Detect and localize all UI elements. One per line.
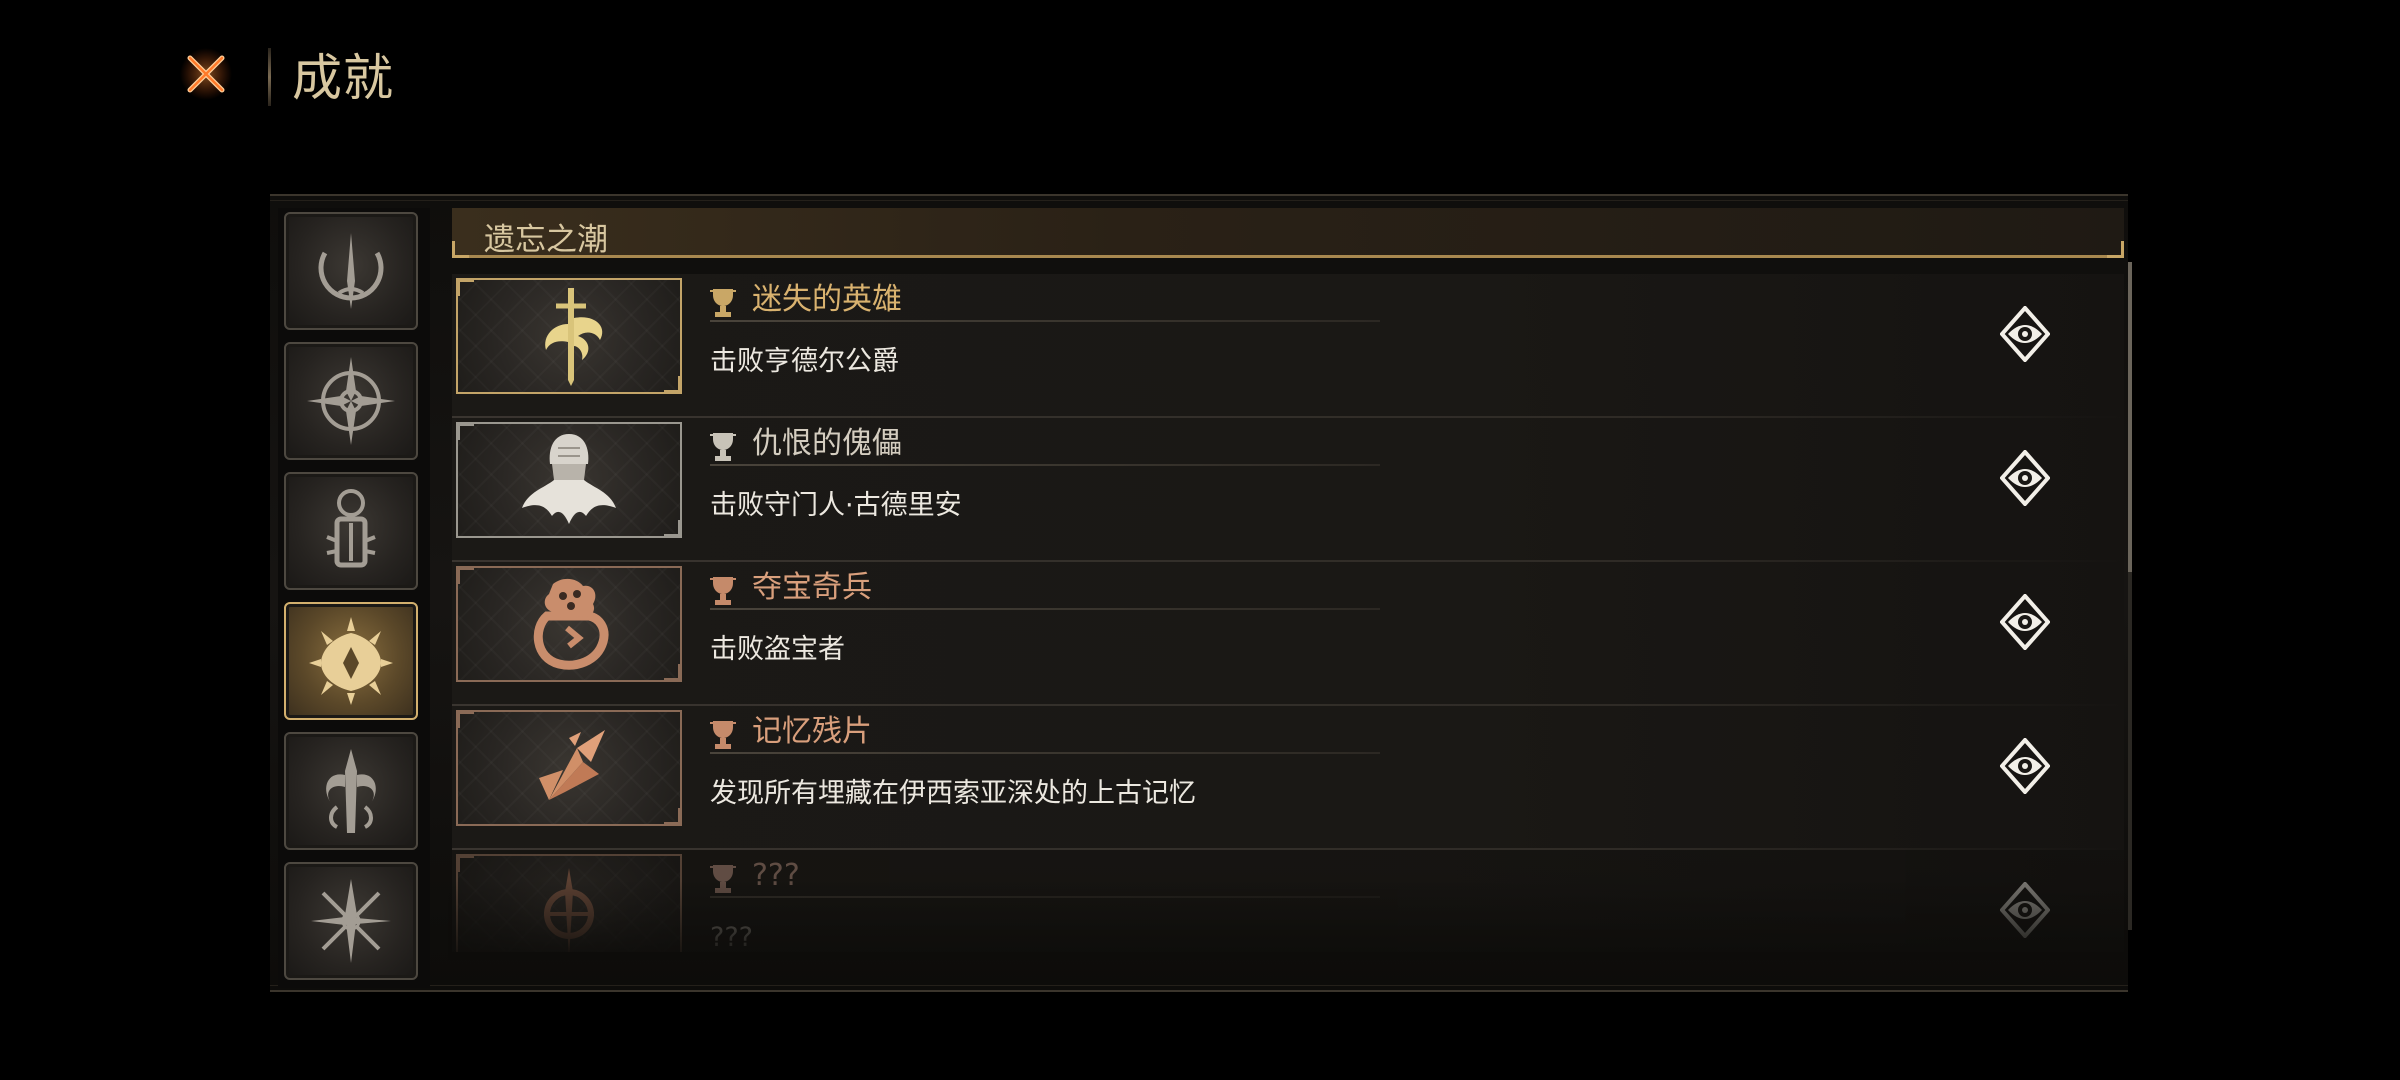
achievement-row-locked[interactable]: ??? ???	[452, 850, 2124, 952]
category-tab-1[interactable]	[284, 212, 418, 330]
achievement-row[interactable]: 迷失的英雄 击败亨德尔公爵	[452, 274, 2124, 418]
title-underline	[710, 320, 1380, 322]
view-achievement-button[interactable]	[1998, 304, 2052, 364]
compass-star-emblem-icon	[307, 357, 395, 445]
achievement-thumbnail	[456, 710, 682, 826]
view-achievement-button[interactable]	[1998, 880, 2052, 940]
section-header: 遗忘之潮	[452, 208, 2124, 258]
achievement-description: 发现所有埋藏在伊西索亚深处的上古记忆	[710, 778, 1196, 809]
achievement-thumbnail	[456, 422, 682, 538]
achievement-description: 击败守门人·古德里安	[710, 490, 962, 521]
title-underline	[710, 752, 1380, 754]
achievement-title: 记忆残片	[752, 714, 872, 749]
treasure-pouch-icon	[533, 578, 609, 670]
title-underline	[710, 608, 1380, 610]
achievement-row[interactable]: 仇恨的傀儡 击败守门人·古德里安	[452, 418, 2124, 562]
trophy-icon	[710, 721, 736, 749]
achievement-title: 迷失的英雄	[752, 282, 902, 317]
title-underline	[710, 896, 1380, 898]
close-x-icon	[180, 48, 232, 100]
tentacle-sword-emblem-icon	[326, 749, 376, 833]
achievement-description: ???	[710, 922, 753, 952]
section-title: 遗忘之潮	[484, 222, 608, 258]
achievement-row[interactable]: 记忆残片 发现所有埋藏在伊西索亚深处的上古记忆	[452, 706, 2124, 850]
category-tab-5[interactable]	[284, 732, 418, 850]
radiant-eye-emblem-icon	[309, 617, 393, 705]
category-tab-3[interactable]	[284, 472, 418, 590]
trophy-icon	[710, 433, 736, 461]
achievement-title: ???	[752, 858, 800, 893]
thorn-cross-emblem-icon	[311, 879, 391, 963]
hooded-golem-icon	[522, 434, 616, 524]
eye-sigil-icon	[2000, 738, 2050, 794]
eye-sigil-icon	[2000, 306, 2050, 362]
scrollbar-thumb[interactable]	[2128, 262, 2132, 572]
achievement-list[interactable]: 遗忘之潮 迷失的英雄 击败亨德尔公爵 仇恨的傀儡 击败守门人·古德里安 夺宝奇兵…	[448, 200, 2128, 952]
achievement-thumbnail	[456, 278, 682, 394]
crescent-spire-emblem-icon	[318, 233, 384, 309]
achievement-thumbnail	[456, 854, 682, 952]
achievement-row[interactable]: 夺宝奇兵 击败盗宝者	[452, 562, 2124, 706]
shard-fragment-icon	[539, 730, 605, 800]
eye-sigil-icon	[2000, 882, 2050, 938]
category-sidebar	[278, 208, 430, 988]
lantern-totem-emblem-icon	[326, 489, 376, 568]
achievement-description: 击败盗宝者	[710, 634, 845, 665]
achievement-description: 击败亨德尔公爵	[710, 346, 899, 377]
winged-sword-icon	[545, 288, 603, 386]
trophy-icon	[710, 289, 736, 317]
achievement-title: 仇恨的傀儡	[752, 426, 902, 461]
category-tab-2[interactable]	[284, 342, 418, 460]
view-achievement-button[interactable]	[1998, 736, 2052, 796]
page-title: 成就	[292, 49, 394, 107]
achievement-title: 夺宝奇兵	[752, 570, 872, 605]
header-divider	[268, 48, 271, 106]
locked-sigil-icon	[544, 868, 594, 952]
eye-sigil-icon	[2000, 450, 2050, 506]
trophy-icon	[710, 865, 736, 893]
close-button[interactable]	[178, 46, 234, 102]
eye-sigil-icon	[2000, 594, 2050, 650]
title-underline	[710, 464, 1380, 466]
trophy-icon	[710, 577, 736, 605]
view-achievement-button[interactable]	[1998, 592, 2052, 652]
category-tab-6[interactable]	[284, 862, 418, 980]
category-tab-4[interactable]	[284, 602, 418, 720]
achievement-thumbnail	[456, 566, 682, 682]
list-scrollbar[interactable]	[2128, 262, 2132, 930]
view-achievement-button[interactable]	[1998, 448, 2052, 508]
